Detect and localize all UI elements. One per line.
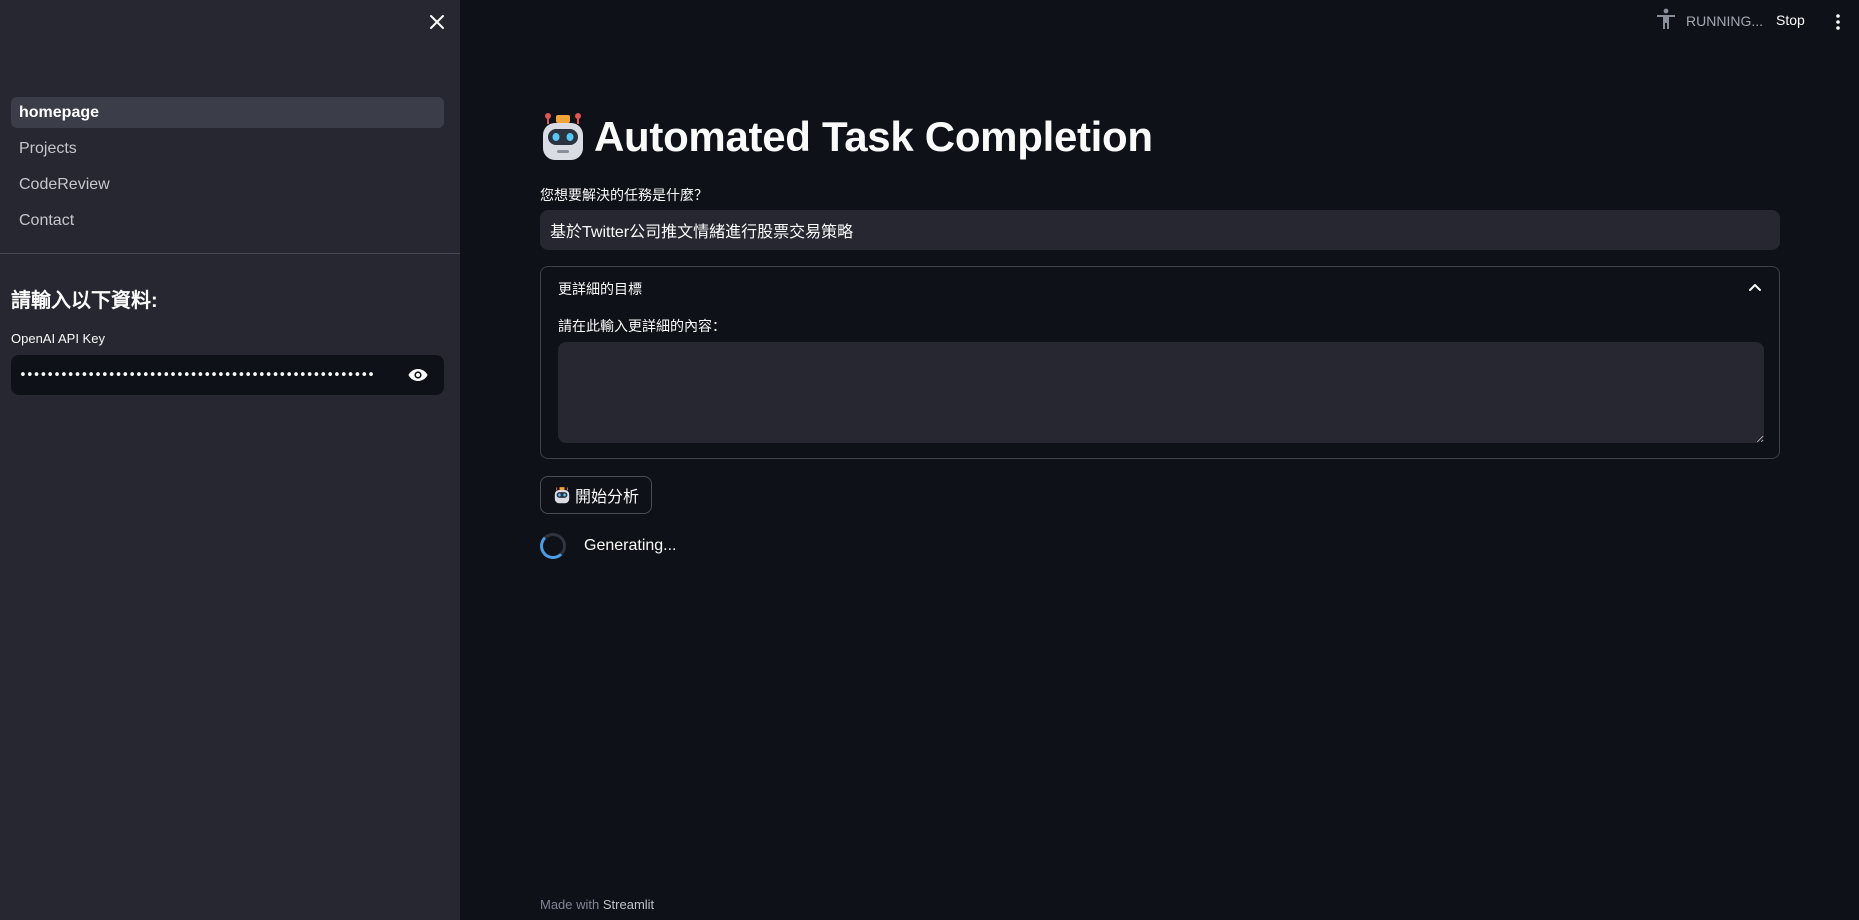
task-label: 您想要解決的任務是什麼？	[540, 187, 708, 203]
detail-expander: 更詳細的目標 請在此輸入更詳細的內容：	[540, 266, 1780, 459]
start-analysis-button[interactable]: 開始分析	[540, 476, 653, 514]
sidebar-item-homepage[interactable]: homepage	[11, 97, 444, 128]
footer: Made with Streamlit	[540, 897, 654, 912]
spinner-text: Generating...	[584, 537, 677, 554]
sidebar-heading: 請輸入以下資料:	[11, 290, 158, 312]
accessibility-icon	[1656, 8, 1676, 35]
footer-prefix: Made with	[540, 897, 600, 912]
start-analysis-label: 開始分析	[575, 489, 640, 506]
page-title-text: Automated Task Completion	[594, 113, 1153, 160]
api-key-field[interactable]	[11, 355, 398, 395]
chevron-up-icon[interactable]	[1747, 279, 1763, 295]
detail-label: 請在此輸入更詳細的內容：	[558, 318, 726, 334]
eye-icon[interactable]	[398, 355, 438, 395]
running-status: RUNNING...	[1656, 8, 1763, 35]
sidebar-item-projects[interactable]: Projects	[11, 133, 444, 164]
robot-icon	[554, 487, 570, 504]
sidebar-item-label: homepage	[19, 103, 100, 121]
close-icon[interactable]	[425, 10, 449, 34]
sidebar: homepage Projects CodeReview Contact 請輸入…	[0, 0, 460, 920]
page-title: Automated Task Completion	[540, 112, 1153, 162]
api-key-field-wrapper	[11, 355, 444, 395]
sidebar-item-codereview[interactable]: CodeReview	[11, 169, 444, 200]
sidebar-item-label: CodeReview	[19, 175, 110, 193]
sidebar-item-label: Projects	[19, 139, 77, 157]
expander-header[interactable]: 更詳細的目標	[558, 279, 642, 299]
generating-status: Generating...	[540, 530, 677, 562]
api-key-label: OpenAI API Key	[11, 331, 105, 346]
kebab-menu-icon[interactable]	[1830, 10, 1846, 34]
sidebar-divider	[0, 253, 460, 254]
sidebar-item-label: Contact	[19, 211, 75, 229]
running-label: RUNNING...	[1686, 13, 1763, 29]
robot-icon	[543, 113, 583, 160]
stop-button[interactable]: Stop	[1776, 12, 1805, 28]
detail-textarea[interactable]	[558, 342, 1764, 443]
task-input[interactable]	[540, 210, 1780, 250]
sidebar-nav: homepage Projects CodeReview Contact	[11, 97, 444, 241]
footer-brand-link[interactable]: Streamlit	[603, 897, 654, 912]
sidebar-item-contact[interactable]: Contact	[11, 205, 444, 236]
spinner-icon	[540, 533, 566, 559]
app: homepage Projects CodeReview Contact 請輸入…	[0, 0, 1859, 920]
